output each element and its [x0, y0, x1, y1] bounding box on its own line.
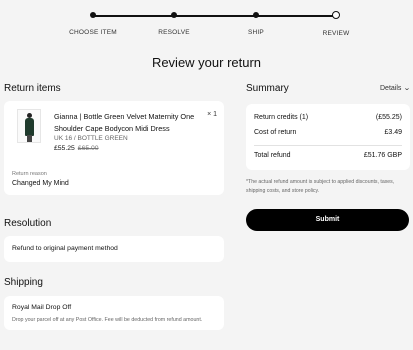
resolution-card: Refund to original payment method — [4, 236, 224, 262]
summary-row-value: £3.49 — [384, 129, 402, 136]
total-refund-label: Total refund — [254, 152, 291, 159]
product-image — [17, 109, 41, 143]
progress-stepper: CHOOSE ITEM RESOLVE SHIP REVIEW — [0, 8, 413, 40]
item-price: £55.25 — [54, 145, 75, 152]
summary-card: Return credits (1) (£55.25) Cost of retu… — [246, 104, 410, 170]
summary-title: Summary — [246, 83, 289, 94]
step-choose-item: CHOOSE ITEM — [63, 11, 123, 36]
shipping-note: Drop your parcel off at any Post Office.… — [12, 317, 203, 323]
summary-row-label: Cost of return — [254, 129, 297, 136]
shipping-card: Royal Mail Drop Off Drop your parcel off… — [4, 296, 224, 330]
refund-disclaimer: *The actual refund amount is subject to … — [246, 179, 395, 194]
step-label: SHIP — [248, 29, 264, 36]
summary-divider — [254, 145, 402, 146]
step-dot — [171, 12, 177, 18]
return-items-title: Return items — [4, 83, 61, 94]
return-item-card: Gianna | Bottle Green Velvet Maternity O… — [4, 101, 224, 195]
details-toggle[interactable]: Details ⌄ — [380, 84, 412, 92]
resolution-title: Resolution — [4, 218, 52, 229]
step-review: REVIEW — [306, 11, 366, 37]
summary-row-credits: Return credits (1) (£55.25) — [254, 114, 402, 121]
shipping-method: Royal Mail Drop Off — [12, 304, 72, 311]
summary-row-cost: Cost of return £3.49 — [254, 129, 402, 136]
submit-button[interactable]: Submit — [246, 209, 409, 231]
details-label: Details — [380, 85, 402, 92]
step-label: CHOOSE ITEM — [69, 29, 117, 36]
summary-row-value: (£55.25) — [375, 114, 402, 121]
chevron-down-icon: ⌄ — [403, 85, 412, 92]
step-dot-current — [332, 11, 340, 19]
item-name: Gianna | Bottle Green Velvet Maternity O… — [54, 112, 195, 133]
step-label: RESOLVE — [158, 29, 190, 36]
summary-row-total: Total refund £51.76 GBP — [254, 152, 402, 159]
item-quantity: × 1 — [207, 111, 217, 118]
page-title: Review your return — [151, 55, 262, 70]
return-reason-value: Changed My Mind — [12, 180, 69, 187]
step-dot — [253, 12, 259, 18]
item-variant: UK 16 / BOTTLE GREEN — [54, 135, 128, 142]
total-refund-value: £51.76 GBP — [363, 152, 402, 159]
step-label: REVIEW — [322, 30, 350, 37]
item-original-price: £65.00 — [77, 145, 99, 152]
summary-row-label: Return credits (1) — [254, 114, 309, 121]
return-reason-label: Return reason — [12, 171, 47, 177]
stepper-line — [93, 15, 336, 17]
shipping-title: Shipping — [4, 277, 43, 288]
resolution-value: Refund to original payment method — [12, 245, 118, 252]
step-ship: SHIP — [226, 11, 286, 36]
item-price-group: £55.25 £65.00 — [54, 145, 99, 152]
step-dot — [90, 12, 96, 18]
step-resolve: RESOLVE — [144, 11, 204, 36]
